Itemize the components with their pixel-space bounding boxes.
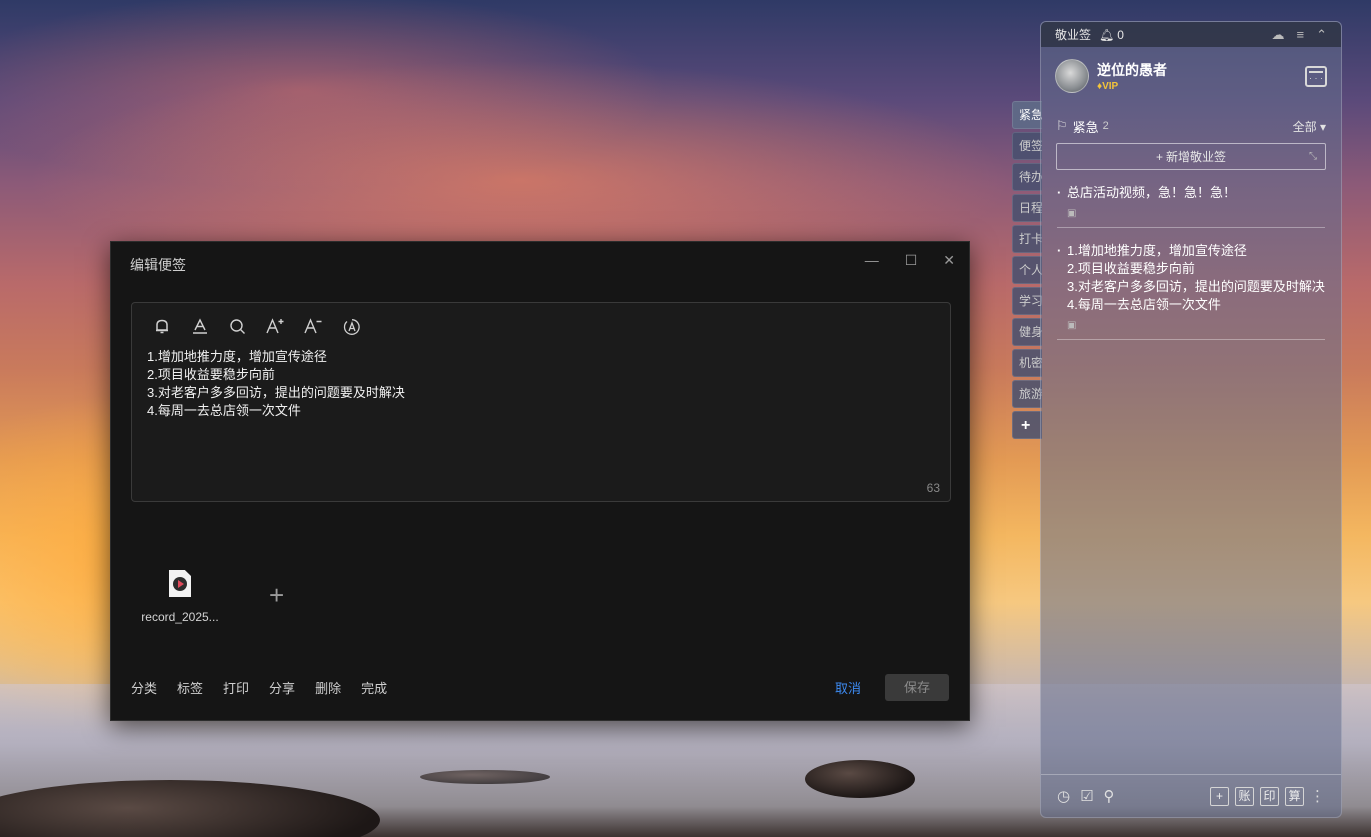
clock-icon[interactable]: ◷ (1057, 787, 1070, 805)
category-tab-secret[interactable]: 机密 (1012, 349, 1042, 377)
text-color-icon[interactable] (190, 316, 209, 338)
font-decrease-icon[interactable] (304, 316, 323, 338)
category-tab-todo[interactable]: 待办 (1012, 163, 1042, 191)
wallpaper-rock (420, 770, 550, 784)
add-box-button[interactable]: + (1210, 786, 1229, 806)
print-button[interactable]: 印 (1260, 786, 1279, 806)
tag-button[interactable]: 标签 (177, 678, 203, 697)
menu-icon[interactable]: ≡ (1297, 27, 1305, 43)
user-info: 逆位的愚者 ♦VIP (1097, 60, 1167, 92)
cancel-button[interactable]: 取消 (835, 678, 861, 697)
bell-icon[interactable]: 🔔︎ (1099, 28, 1114, 42)
minimize-icon[interactable]: — (865, 252, 879, 269)
dialog-title: 编辑便签 (130, 257, 186, 273)
note-text: 总店活动视频，急！急！急！ (1067, 185, 1237, 200)
editor-toolbar (152, 316, 361, 338)
plus-icon: + (1155, 149, 1163, 164)
add-attachment-button[interactable]: + (269, 580, 284, 611)
notification-count: 0 (1117, 27, 1124, 42)
attachment-name: record_2025... (141, 610, 219, 624)
category-tab-schedule[interactable]: 日程 (1012, 194, 1042, 222)
attachment-file[interactable]: record_2025... (138, 570, 222, 624)
maximize-icon[interactable]: ☐ (905, 252, 918, 269)
dialog-footer: 分类 标签 打印 分享 删除 完成 取消 保存 (131, 673, 949, 701)
close-icon[interactable]: ✕ (943, 252, 955, 269)
widget-titlebar[interactable]: 敬业签 🔔︎ 0 ☁ ≡ ⌃ (1041, 22, 1341, 47)
list-item[interactable]: · 1.增加地推力度，增加宣传途径 2.项目收益要稳步向前 3.对老客户多多回访，… (1057, 228, 1325, 340)
filter-dropdown[interactable]: 全部 ▾ (1293, 118, 1326, 135)
avatar[interactable] (1055, 59, 1089, 93)
bookmark-icon: ⚐ (1056, 118, 1068, 133)
category-tab-checkin[interactable]: 打卡 (1012, 225, 1042, 253)
video-file-icon (169, 570, 191, 597)
delete-button[interactable]: 删除 (315, 678, 341, 697)
bullet-icon: · (1057, 243, 1062, 258)
shrink-icon[interactable]: ⤡ (1309, 151, 1317, 162)
calendar-icon[interactable] (1305, 65, 1327, 87)
character-count: 63 (926, 481, 940, 495)
category-tab-travel[interactable]: 旅游 (1012, 380, 1042, 408)
more-icon[interactable]: ⋮ (1310, 787, 1325, 805)
checklist-icon[interactable]: ☑ (1080, 787, 1093, 805)
section-header: ⚐ 紧急 2 全部 ▾ (1041, 111, 1341, 141)
sync-status-icon: ▣ (1067, 320, 1077, 331)
category-tab-notes[interactable]: 便签 (1012, 132, 1042, 160)
sync-status-icon: ▣ (1067, 208, 1077, 219)
category-tabs: 紧急 便签 待办 日程 打卡 个人 学习 健身 机密 旅游 + (1012, 101, 1042, 442)
wallpaper-rock (805, 760, 915, 798)
new-note-button[interactable]: + 新增敬业签 ⤡ (1056, 143, 1326, 170)
new-note-label: 新增敬业签 (1166, 150, 1227, 164)
complete-button[interactable]: 完成 (361, 678, 387, 697)
cloud-sync-icon[interactable]: ☁ (1272, 27, 1285, 43)
vip-badge: ♦VIP (1097, 81, 1119, 92)
window-controls: — ☐ ✕ (865, 252, 955, 269)
widget-app-title: 敬业签 (1055, 28, 1092, 42)
note-text: 1.增加地推力度，增加宣传途径 2.项目收益要稳步向前 3.对老客户多多回访，提… (1067, 243, 1325, 312)
reminder-bell-icon[interactable] (152, 316, 171, 338)
category-tab-study[interactable]: 学习 (1012, 287, 1042, 315)
save-button[interactable]: 保存 (885, 673, 949, 701)
edit-note-dialog: 编辑便签 — ☐ ✕ 1.增加地推力度，增加宣传途径 2.项目收益要稳步向前 3… (110, 241, 970, 721)
section-count: 2 (1102, 120, 1109, 132)
font-increase-icon[interactable] (266, 316, 285, 338)
category-tab-urgent[interactable]: 紧急 (1012, 101, 1042, 129)
note-editor[interactable]: 1.增加地推力度，增加宣传途径 2.项目收益要稳步向前 3.对老客户多多回访，提… (131, 302, 951, 502)
notes-widget: 敬业签 🔔︎ 0 ☁ ≡ ⌃ 逆位的愚者 ♦VIP ⚐ 紧急 2 全部 ▾ + … (1040, 21, 1342, 818)
search-icon[interactable]: ⚲ (1104, 787, 1115, 805)
category-button[interactable]: 分类 (131, 678, 157, 697)
widget-title-actions: ☁ ≡ ⌃ (1272, 27, 1328, 43)
category-tab-fitness[interactable]: 健身 (1012, 318, 1042, 346)
bullet-icon: · (1057, 185, 1062, 200)
category-tab-personal[interactable]: 个人 (1012, 256, 1042, 284)
collapse-icon[interactable]: ⌃ (1316, 27, 1327, 43)
share-button[interactable]: 分享 (269, 678, 295, 697)
find-icon[interactable] (228, 316, 247, 338)
ledger-button[interactable]: 账 (1235, 786, 1254, 806)
print-button[interactable]: 打印 (223, 678, 249, 697)
user-name[interactable]: 逆位的愚者 (1097, 60, 1167, 80)
calculator-button[interactable]: 算 (1285, 786, 1304, 806)
section-title: 紧急 (1072, 119, 1099, 135)
add-category-button[interactable]: + (1012, 411, 1042, 439)
note-content[interactable]: 1.增加地推力度，增加宣传途径 2.项目收益要稳步向前 3.对老客户多多回访，提… (147, 348, 405, 420)
list-item[interactable]: · 总店活动视频，急！急！急！ ▣ (1057, 170, 1325, 228)
widget-bottom-bar: ◷ ☑ ⚲ + 账 印 算 ⋮ (1041, 774, 1341, 817)
user-header: 逆位的愚者 ♦VIP (1041, 47, 1341, 105)
text-style-icon[interactable] (342, 316, 361, 338)
